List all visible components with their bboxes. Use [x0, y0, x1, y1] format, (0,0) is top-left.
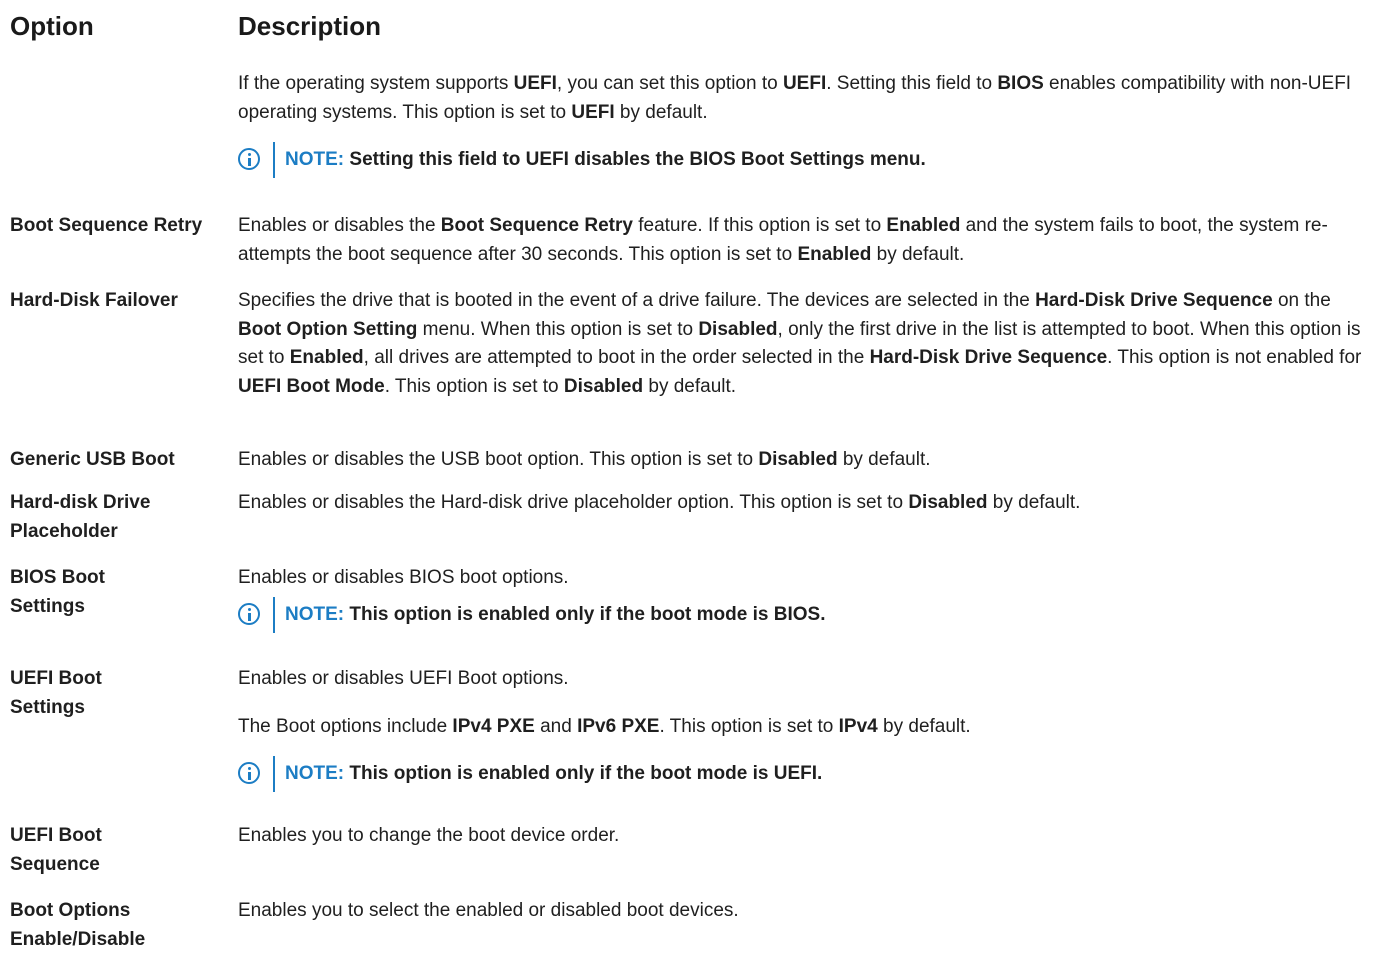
bold-term: BIOS	[997, 73, 1044, 94]
text-run: and	[534, 715, 578, 737]
option-description: Enables or disables UEFI Boot options. T…	[238, 665, 1373, 792]
bold-term: Disabled	[908, 492, 988, 513]
note-box: NOTE: Setting this field to UEFI disable…	[238, 142, 1373, 178]
text-run: Enables or disables the Hard-disk drive …	[238, 492, 909, 513]
text-run: by default.	[837, 449, 931, 470]
text-run: , all drives are attempted to boot in th…	[363, 347, 870, 368]
text-run: Enables or disables BIOS boot options.	[238, 567, 569, 588]
option-description: Enables or disables the Hard-disk drive …	[238, 489, 1373, 518]
note-body: This option is enabled only if the boot …	[349, 603, 826, 625]
bold-term: Hard-Disk Drive Sequence	[1035, 290, 1273, 311]
note-body: Setting this field to UEFI disables the …	[349, 149, 926, 170]
note-text: NOTE: This option is enabled only if the…	[285, 760, 822, 789]
text-run: The Boot options include	[238, 715, 453, 737]
text-run: Enables or disables the	[238, 215, 441, 236]
text-run: Enables or disables the USB boot option.…	[238, 449, 759, 470]
note-divider	[273, 596, 275, 633]
note-box: NOTE: This option is enabled only if the…	[238, 756, 1373, 792]
text-run: . This option is set to	[659, 715, 839, 737]
option-name: BIOS Boot Settings	[10, 567, 105, 617]
option-name: UEFI Boot Sequence	[10, 825, 102, 875]
bold-term: UEFI Boot Mode	[238, 375, 385, 397]
note-box: NOTE: This option is enabled only if the…	[238, 596, 1373, 633]
note-body: This option is enabled only if the boot …	[349, 763, 823, 784]
description-paragraph: Enables or disables the Boot Sequence Re…	[238, 212, 1373, 269]
description-paragraph: Enables or disables UEFI Boot options.	[238, 665, 1373, 694]
bold-term: IPv6 PXE	[577, 715, 660, 737]
option-description: If the operating system supports UEFI, y…	[238, 70, 1373, 178]
description-paragraph: The Boot options include IPv4 PXE and IP…	[238, 713, 1373, 742]
note-text: NOTE: This option is enabled only if the…	[285, 601, 825, 630]
note-text: NOTE: Setting this field to UEFI disable…	[285, 146, 926, 175]
text-run: If the operating system supports	[238, 73, 514, 94]
bold-term: UEFI	[571, 101, 615, 123]
bold-term: Disabled	[698, 318, 778, 340]
option-description: Enables you to change the boot device or…	[238, 822, 1373, 851]
text-run: . Setting this field to	[826, 73, 998, 94]
bold-term: IPv4 PXE	[452, 715, 535, 737]
text-run: by default.	[987, 492, 1081, 513]
info-icon	[238, 602, 260, 625]
text-run: Enables or disables UEFI Boot options.	[238, 668, 569, 689]
text-run: , you can set this option to	[556, 73, 783, 94]
bold-term: Boot Sequence Retry	[440, 215, 633, 236]
bold-term: Boot Option Setting	[238, 318, 418, 340]
note-divider	[273, 756, 275, 792]
text-run: by default.	[877, 715, 971, 737]
bold-term: UEFI	[513, 73, 557, 94]
column-header-option: Option	[10, 11, 94, 41]
note-label: NOTE:	[285, 763, 345, 784]
note-label: NOTE:	[285, 149, 345, 170]
option-name: Hard-disk Drive Placeholder	[10, 492, 151, 542]
text-run: by default.	[871, 243, 965, 265]
description-paragraph: Enables you to change the boot device or…	[238, 822, 1373, 851]
text-run: menu. When this option is set to	[417, 318, 699, 340]
text-run: . This option is set to	[384, 375, 564, 397]
note-label: NOTE:	[285, 603, 345, 625]
description-paragraph: Specifies the drive that is booted in th…	[238, 287, 1373, 401]
bold-term: UEFI	[782, 73, 827, 94]
text-run: on the	[1272, 290, 1331, 311]
text-run: by default.	[643, 375, 737, 397]
text-run: by default.	[614, 101, 708, 123]
info-icon	[238, 762, 260, 784]
text-run: . This option is not enabled for	[1107, 347, 1362, 368]
bold-term: Disabled	[563, 375, 644, 397]
option-description: Enables or disables the Boot Sequence Re…	[238, 212, 1373, 269]
bold-term: Hard-Disk Drive Sequence	[869, 347, 1108, 368]
bold-term: Enabled	[797, 243, 872, 265]
description-paragraph: If the operating system supports UEFI, y…	[238, 70, 1373, 127]
option-name: Boot Sequence Retry	[10, 215, 203, 236]
option-name: UEFI Boot Settings	[10, 668, 102, 718]
option-name: Boot Options Enable/Disable	[10, 900, 146, 950]
option-description: Enables or disables BIOS boot options. N…	[238, 564, 1373, 633]
option-name: Hard-Disk Failover	[10, 290, 178, 311]
description-paragraph: Enables or disables the Hard-disk drive …	[238, 489, 1373, 518]
option-description: Specifies the drive that is booted in th…	[238, 287, 1373, 401]
note-divider	[273, 142, 275, 178]
info-icon	[238, 148, 260, 170]
option-description: Enables you to select the enabled or dis…	[238, 897, 1373, 926]
description-paragraph: Enables or disables the USB boot option.…	[238, 446, 1373, 475]
text-run: feature. If this option is set to	[632, 215, 887, 236]
option-description: Enables or disables the USB boot option.…	[238, 446, 1373, 475]
description-paragraph: Enables or disables BIOS boot options.	[238, 564, 1373, 593]
bold-term: Enabled	[886, 215, 961, 236]
bold-term: Disabled	[758, 449, 838, 470]
text-run: Enables you to change the boot device or…	[238, 825, 620, 846]
column-header-description: Description	[238, 11, 382, 41]
text-run: Specifies the drive that is booted in th…	[238, 290, 1036, 311]
option-name: Generic USB Boot	[10, 449, 175, 470]
text-run: Enables you to select the enabled or dis…	[238, 900, 739, 921]
bold-term: Enabled	[289, 347, 364, 368]
bold-term: IPv4	[838, 715, 878, 737]
description-paragraph: Enables you to select the enabled or dis…	[238, 897, 1373, 926]
